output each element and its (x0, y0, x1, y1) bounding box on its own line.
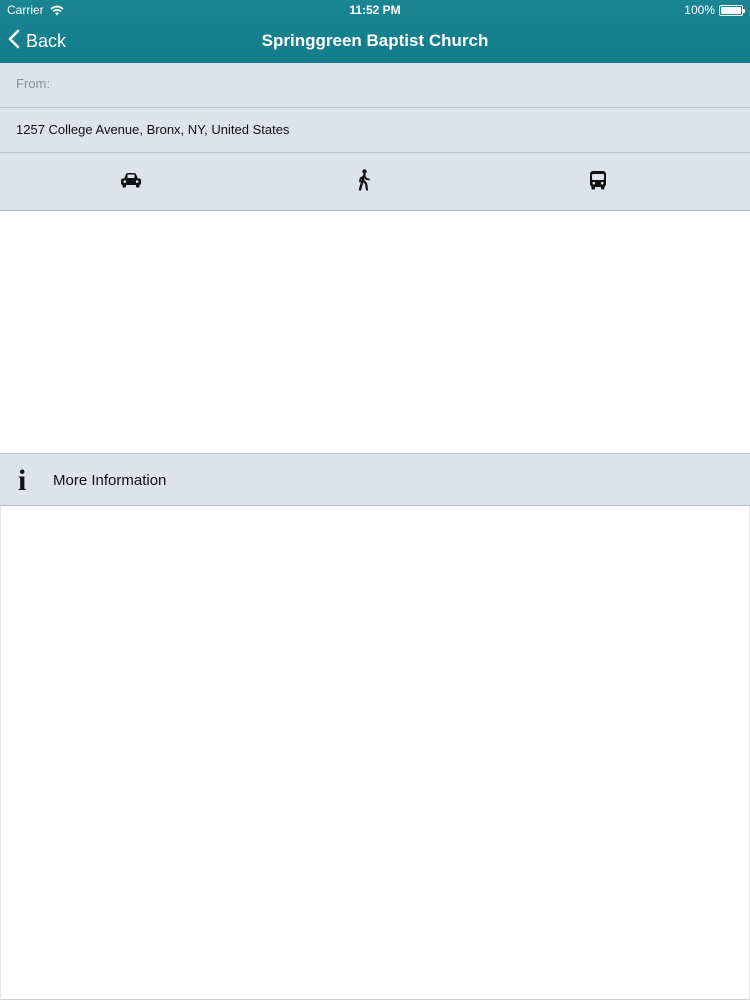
car-icon (120, 171, 142, 194)
bus-button[interactable] (585, 169, 611, 195)
content-area (0, 506, 750, 1000)
address-value: 1257 College Avenue, Bronx, NY, United S… (16, 122, 290, 137)
travel-mode-bar (0, 153, 750, 211)
battery-percent: 100% (684, 3, 715, 17)
page-title: Springgreen Baptist Church (261, 31, 489, 50)
more-information-row[interactable]: i More Information (0, 453, 750, 506)
bus-icon (589, 170, 607, 195)
car-button[interactable] (118, 169, 144, 195)
navigation-bar: Back Springgreen Baptist Church (0, 20, 750, 63)
info-icon: i (18, 464, 27, 497)
from-field[interactable]: From: (0, 63, 750, 108)
map-area[interactable] (0, 211, 750, 453)
walk-button[interactable] (351, 168, 377, 196)
battery-icon (719, 4, 745, 16)
status-right: 100% (684, 3, 745, 17)
address-field[interactable]: 1257 College Avenue, Bronx, NY, United S… (0, 108, 750, 153)
from-label: From: (16, 76, 50, 91)
status-time: 11:52 PM (349, 3, 401, 17)
walk-icon (356, 168, 372, 196)
more-information-label: More Information (53, 472, 167, 489)
status-bar: Carrier 11:52 PM 100% (0, 0, 750, 20)
